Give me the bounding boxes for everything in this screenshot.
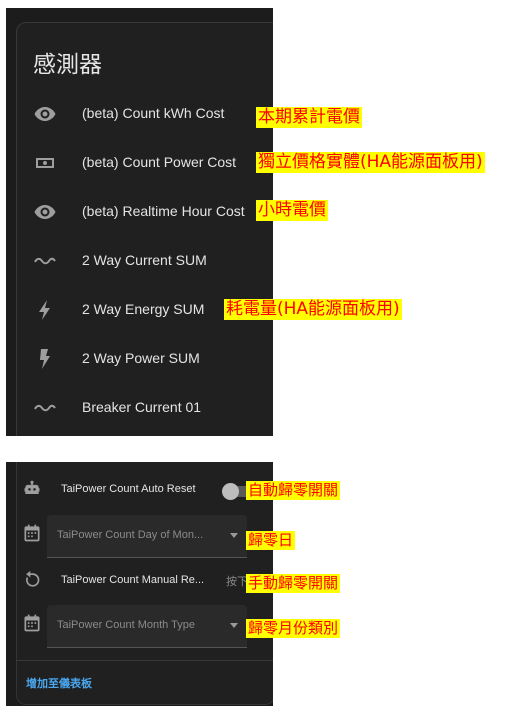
current-ac-icon <box>34 257 56 265</box>
sensor-label: 2 Way Current SUM <box>82 252 207 268</box>
config-row-day-of-month: TaiPower Count Day of Mon... <box>6 515 273 558</box>
annotation-label: 小時電價 <box>256 200 328 221</box>
flash-icon <box>40 349 50 369</box>
sensor-label: (beta) Count Power Cost <box>82 154 237 170</box>
sensor-row[interactable]: (beta) Realtime Hour Cost <box>6 197 273 227</box>
sensor-label: (beta) Count kWh Cost <box>82 105 225 121</box>
sensor-label: 2 Way Energy SUM <box>82 301 205 317</box>
toggle-knob[interactable] <box>222 483 239 500</box>
annotation-label: 耗電量(HA能源面板用) <box>224 299 402 320</box>
sensor-label: 2 Way Power SUM <box>82 350 200 366</box>
sensor-panel: 感測器 (beta) Count kWh Cost (beta) Count P… <box>6 8 273 436</box>
cash-icon <box>36 158 54 168</box>
restart-icon <box>26 570 40 587</box>
config-panel: TaiPower Count Auto Reset TaiPower Count… <box>6 462 273 706</box>
sensor-label: Breaker Current 01 <box>82 399 202 415</box>
config-label: TaiPower Count Auto Reset <box>61 483 196 495</box>
robot-icon <box>24 480 40 494</box>
day-of-month-select[interactable]: TaiPower Count Day of Mon... <box>47 515 247 558</box>
eye-icon <box>34 205 56 219</box>
sensor-label: (beta) Realtime Hour Cost <box>82 203 245 219</box>
config-row-manual-reset: TaiPower Count Manual Re... 按下 <box>6 562 273 602</box>
calendar-icon <box>24 524 40 542</box>
config-row-auto-reset: TaiPower Count Auto Reset <box>6 471 273 511</box>
current-ac-icon <box>34 404 56 412</box>
config-label: TaiPower Count Manual Re... <box>61 574 205 586</box>
config-row-month-type: TaiPower Count Month Type <box>6 605 273 648</box>
sensor-row[interactable]: Breaker Current 01 <box>6 393 273 423</box>
annotation-label: 本期累計電價 <box>256 107 362 128</box>
select-label: TaiPower Count Day of Mon... <box>57 529 204 541</box>
month-type-select[interactable]: TaiPower Count Month Type <box>47 605 247 648</box>
sensor-row[interactable]: (beta) Count kWh Cost <box>6 99 273 129</box>
annotation-label: 歸零月份類別 <box>246 619 341 638</box>
select-label: TaiPower Count Month Type <box>57 619 195 631</box>
annotation-label: 歸零日 <box>246 531 296 550</box>
chevron-down-icon <box>230 533 238 538</box>
annotation-label: 自動歸零開關 <box>246 481 341 500</box>
chevron-down-icon <box>230 623 238 628</box>
annotation-label: 手動歸零開關 <box>246 574 341 593</box>
sensor-row[interactable]: 2 Way Current SUM <box>6 246 273 276</box>
press-button[interactable]: 按下 <box>226 573 248 589</box>
annotation-label: 獨立價格實體(HA能源面板用) <box>256 152 485 173</box>
card-title: 感測器 <box>33 52 102 78</box>
sensor-row[interactable]: (beta) Count Power Cost <box>6 148 273 178</box>
flash-icon <box>39 300 50 320</box>
calendar-icon <box>24 614 40 632</box>
divider <box>16 660 273 661</box>
sensor-row[interactable]: 2 Way Power SUM <box>6 344 273 374</box>
add-to-dashboard-link[interactable]: 增加至儀表板 <box>26 675 92 691</box>
eye-icon <box>34 107 56 121</box>
